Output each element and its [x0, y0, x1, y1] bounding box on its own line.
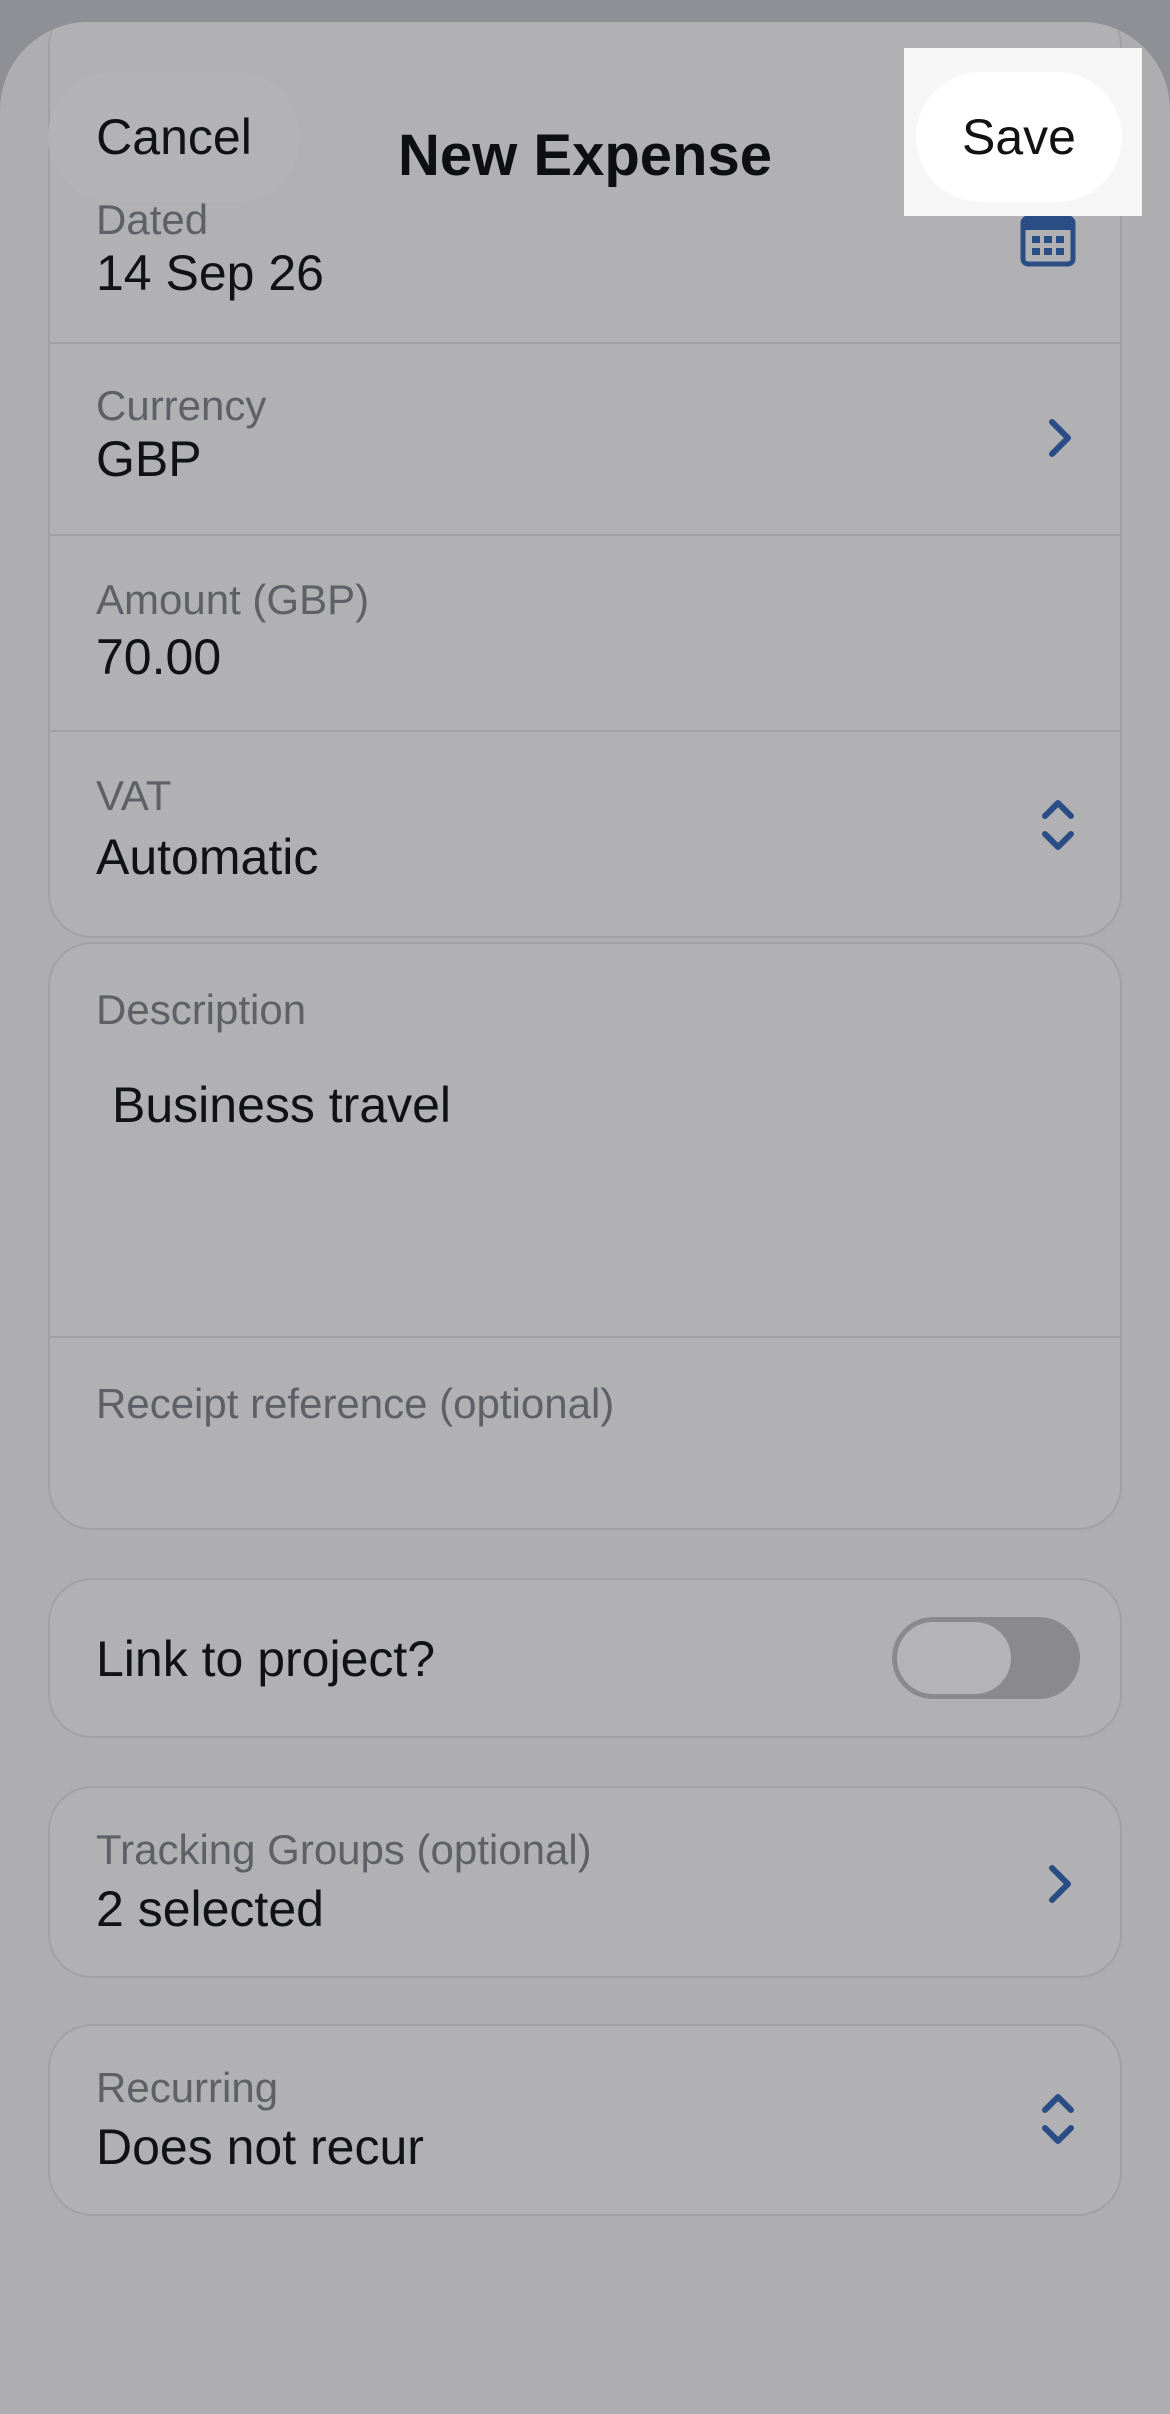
save-button[interactable]: Save — [916, 72, 1122, 202]
tracking-value: 2 selected — [96, 1881, 324, 1937]
link-project-toggle[interactable] — [892, 1617, 1080, 1699]
currency-value: GBP — [96, 431, 202, 487]
project-label: Link to project? — [96, 1631, 436, 1687]
tracking-group: Tracking Groups (optional) 2 selected — [48, 1786, 1122, 1978]
chevron-right-icon — [1046, 416, 1076, 465]
chevron-up-down-icon — [1040, 2090, 1076, 2153]
recurring-group: Recurring Does not recur — [48, 2024, 1122, 2216]
amount-row[interactable]: Amount (GBP) 70.00 — [50, 534, 1120, 730]
currency-row[interactable]: Currency GBP — [50, 342, 1120, 534]
chevron-right-icon — [1046, 1862, 1076, 1911]
project-group: Link to project? — [48, 1578, 1122, 1738]
recurring-row[interactable]: Recurring Does not recur — [50, 2026, 1120, 2214]
receipt-reference-input[interactable]: Receipt reference (optional) — [96, 1380, 614, 1428]
recurring-label: Recurring — [96, 2064, 279, 2111]
amount-label: Amount (GBP) — [96, 576, 370, 623]
recurring-value: Does not recur — [96, 2119, 424, 2175]
dated-value: 14 Sep 26 — [96, 245, 324, 301]
tracking-row[interactable]: Tracking Groups (optional) 2 selected — [50, 1788, 1120, 1976]
vat-value: Automatic — [96, 829, 319, 885]
vat-label: VAT — [96, 772, 172, 819]
toggle-knob — [897, 1622, 1011, 1694]
expense-sheet: Dated 14 Sep 26 Currency GBP Amount (GBP… — [0, 22, 1170, 2414]
description-label: Description — [96, 986, 307, 1033]
description-input[interactable]: Business travel — [112, 1076, 451, 1134]
chevron-up-down-icon — [1040, 796, 1076, 859]
currency-label: Currency — [96, 382, 267, 429]
project-row: Link to project? — [50, 1580, 1120, 1736]
amount-input[interactable]: 70.00 — [96, 628, 221, 686]
description-group: Description Business travel Receipt refe… — [48, 942, 1122, 1530]
vat-row[interactable]: VAT Automatic — [50, 730, 1120, 936]
tracking-label: Tracking Groups (optional) — [96, 1826, 592, 1873]
receipt-reference-row[interactable]: Receipt reference (optional) — [50, 1336, 1120, 1528]
description-row[interactable]: Description Business travel — [50, 944, 1120, 1336]
